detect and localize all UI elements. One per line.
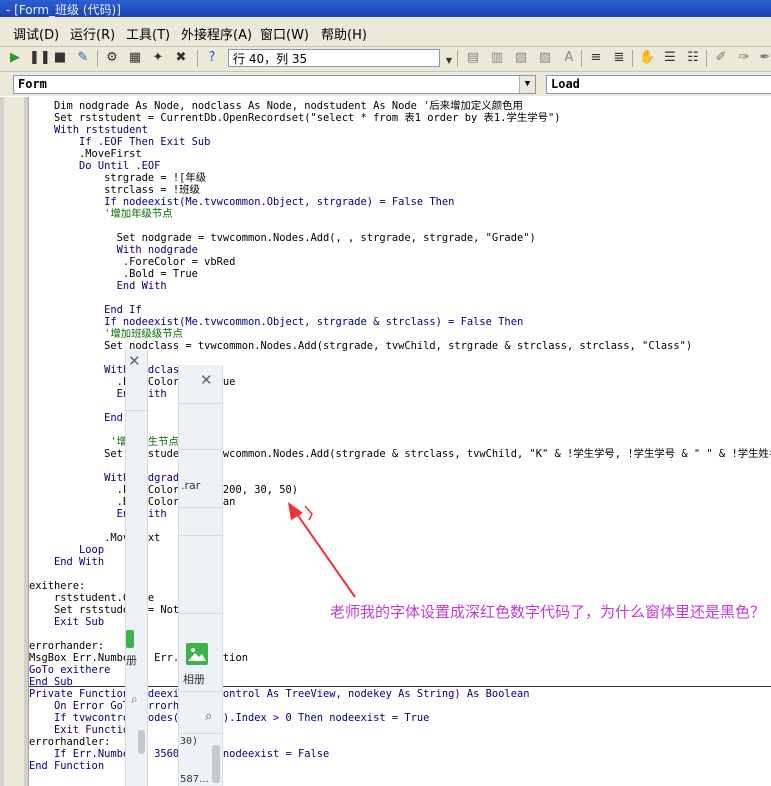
panel-divider [179, 403, 222, 404]
arrow-shaft [291, 506, 356, 598]
panel-divider [179, 733, 222, 734]
search-icon[interactable]: ⌕ [205, 709, 212, 724]
rar-file-text: .rar [181, 479, 201, 492]
scrollbar-thumb[interactable] [212, 745, 220, 783]
album-label: 相册 [183, 673, 205, 686]
overlay-panel-left: ✕ 册 ⌕ [125, 350, 148, 786]
album-label: 册 [126, 654, 137, 667]
album-icon[interactable] [186, 643, 208, 665]
panel-divider [126, 410, 147, 411]
image-icon [188, 648, 206, 661]
scrollbar-thumb[interactable] [138, 730, 145, 754]
panel-divider [179, 507, 222, 508]
search-icon[interactable]: ⌕ [131, 692, 138, 707]
arrow-head [288, 502, 303, 520]
close-icon[interactable]: ✕ [200, 371, 213, 389]
annotation-text: 老师我的字体设置成深红色数字代码了，为什么窗体里还是黑色？ [330, 603, 766, 621]
annotation-arrow [288, 502, 356, 598]
overlay-panel-right: ✕ .rar 相册 ⌕ 30) 587... [178, 365, 223, 786]
panel-divider [179, 449, 222, 450]
panel-divider [179, 613, 222, 614]
number-text: 30) [180, 736, 199, 747]
bottom-text: 587... [180, 774, 209, 785]
arrow-scribble [304, 505, 313, 521]
panel-divider [179, 691, 222, 692]
close-icon[interactable]: ✕ [128, 352, 141, 370]
panel-divider [179, 535, 222, 536]
album-icon[interactable] [126, 630, 134, 648]
